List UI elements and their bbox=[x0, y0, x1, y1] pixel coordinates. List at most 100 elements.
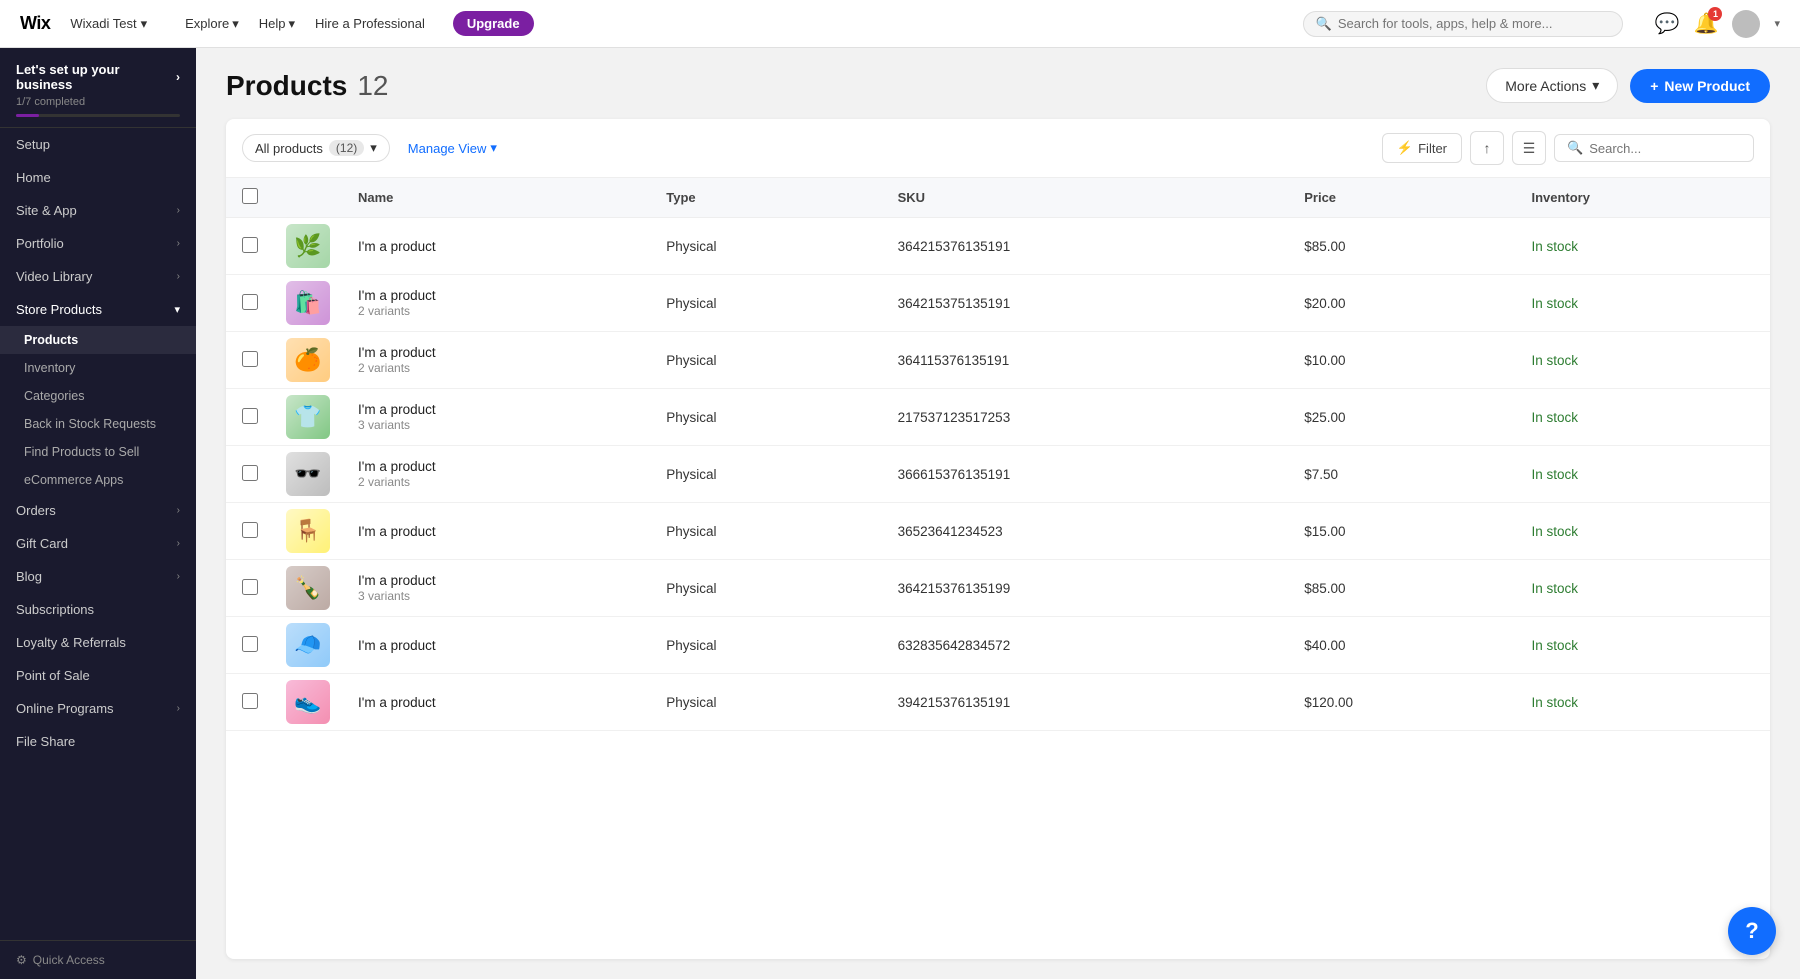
row-checkbox-cell[interactable] bbox=[226, 617, 274, 674]
table-row[interactable]: 🧢 I'm a product Physical 632835642834572… bbox=[226, 617, 1770, 674]
table-row[interactable]: 🪑 I'm a product Physical 36523641234523 … bbox=[226, 503, 1770, 560]
row-checkbox-6[interactable] bbox=[242, 579, 258, 595]
sidebar-item-gift-card[interactable]: Gift Card › bbox=[0, 527, 196, 560]
sidebar-item-file-share[interactable]: File Share bbox=[0, 725, 196, 758]
toolbar-right-actions: ⚡ Filter ↑ ☰ 🔍 bbox=[1382, 131, 1754, 165]
explore-nav-item[interactable]: Explore ▾ bbox=[177, 12, 247, 36]
table-row[interactable]: 🍾 I'm a product 3 variants Physical 3642… bbox=[226, 560, 1770, 617]
row-checkbox-4[interactable] bbox=[242, 465, 258, 481]
select-all-header[interactable] bbox=[226, 178, 274, 218]
sidebar-item-online-programs[interactable]: Online Programs › bbox=[0, 692, 196, 725]
columns-icon: ☰ bbox=[1523, 140, 1536, 157]
row-name-cell-5[interactable]: I'm a product bbox=[342, 503, 650, 560]
sidebar-item-blog[interactable]: Blog › bbox=[0, 560, 196, 593]
table-row[interactable]: 🛍️ I'm a product 2 variants Physical 364… bbox=[226, 275, 1770, 332]
sidebar-subitem-ecommerce-apps[interactable]: eCommerce Apps bbox=[0, 466, 196, 494]
sku-column-header[interactable]: SKU bbox=[882, 178, 1289, 218]
chat-icon[interactable]: 💬 bbox=[1655, 11, 1680, 36]
more-actions-button[interactable]: More Actions ▾ bbox=[1486, 68, 1618, 103]
sidebar-header-arrow-icon: › bbox=[176, 70, 180, 84]
table-row[interactable]: 👕 I'm a product 3 variants Physical 2175… bbox=[226, 389, 1770, 446]
row-name-cell-0[interactable]: I'm a product bbox=[342, 218, 650, 275]
help-button[interactable]: ? bbox=[1728, 907, 1776, 955]
product-variants-3: 3 variants bbox=[358, 418, 634, 432]
table-search-input[interactable] bbox=[1589, 141, 1741, 156]
row-checkbox-5[interactable] bbox=[242, 522, 258, 538]
table-search-bar[interactable]: 🔍 bbox=[1554, 134, 1754, 162]
row-name-cell-6[interactable]: I'm a product 3 variants bbox=[342, 560, 650, 617]
sidebar: Let's set up your business › 1/7 complet… bbox=[0, 48, 196, 979]
row-name-cell-3[interactable]: I'm a product 3 variants bbox=[342, 389, 650, 446]
product-name-2: I'm a product bbox=[358, 345, 634, 360]
setup-progress-bar bbox=[16, 114, 180, 117]
sidebar-item-portfolio[interactable]: Portfolio › bbox=[0, 227, 196, 260]
type-column-header[interactable]: Type bbox=[650, 178, 881, 218]
sidebar-item-subscriptions[interactable]: Subscriptions bbox=[0, 593, 196, 626]
sidebar-subitem-back-in-stock[interactable]: Back in Stock Requests bbox=[0, 410, 196, 438]
row-checkbox-2[interactable] bbox=[242, 351, 258, 367]
row-name-cell-8[interactable]: I'm a product bbox=[342, 674, 650, 731]
row-name-cell-2[interactable]: I'm a product 2 variants bbox=[342, 332, 650, 389]
site-selector[interactable]: Wixadi Test ▾ bbox=[70, 16, 147, 32]
row-checkbox-cell[interactable] bbox=[226, 560, 274, 617]
quick-access-icon: ⚙ bbox=[16, 953, 27, 967]
sidebar-subitem-find-products[interactable]: Find Products to Sell bbox=[0, 438, 196, 466]
row-checkbox-1[interactable] bbox=[242, 294, 258, 310]
table-row[interactable]: 🕶️ I'm a product 2 variants Physical 366… bbox=[226, 446, 1770, 503]
sidebar-item-home[interactable]: Home bbox=[0, 161, 196, 194]
product-thumbnail-6: 🍾 bbox=[286, 566, 330, 610]
avatar[interactable] bbox=[1732, 10, 1760, 38]
all-products-filter[interactable]: All products (12) ▾ bbox=[242, 134, 390, 162]
sidebar-item-site-app[interactable]: Site & App › bbox=[0, 194, 196, 227]
row-checkbox-cell[interactable] bbox=[226, 275, 274, 332]
manage-view-button[interactable]: Manage View ▾ bbox=[400, 135, 505, 161]
row-name-cell-1[interactable]: I'm a product 2 variants bbox=[342, 275, 650, 332]
row-checkbox-8[interactable] bbox=[242, 693, 258, 709]
table-row[interactable]: 🌿 I'm a product Physical 364215376135191… bbox=[226, 218, 1770, 275]
table-row[interactable]: 👟 I'm a product Physical 394215376135191… bbox=[226, 674, 1770, 731]
table-row[interactable]: 🍊 I'm a product 2 variants Physical 3641… bbox=[226, 332, 1770, 389]
sidebar-header[interactable]: Let's set up your business › 1/7 complet… bbox=[0, 48, 196, 128]
upgrade-button[interactable]: Upgrade bbox=[453, 11, 534, 36]
global-search-input[interactable] bbox=[1338, 16, 1610, 31]
row-checkbox-cell[interactable] bbox=[226, 446, 274, 503]
sidebar-subitem-products[interactable]: Products bbox=[0, 326, 196, 354]
help-nav-item[interactable]: Help ▾ bbox=[251, 12, 303, 36]
product-thumbnail-1: 🛍️ bbox=[286, 281, 330, 325]
new-product-button[interactable]: + New Product bbox=[1630, 69, 1770, 103]
hire-professional-nav-item[interactable]: Hire a Professional bbox=[307, 12, 433, 36]
global-search-bar[interactable]: 🔍 bbox=[1303, 11, 1623, 37]
inventory-column-header[interactable]: Inventory bbox=[1515, 178, 1770, 218]
sidebar-subitem-inventory[interactable]: Inventory bbox=[0, 354, 196, 382]
row-checkbox-0[interactable] bbox=[242, 237, 258, 253]
row-checkbox-cell[interactable] bbox=[226, 389, 274, 446]
setup-title[interactable]: Let's set up your business › bbox=[16, 62, 180, 92]
row-name-cell-4[interactable]: I'm a product 2 variants bbox=[342, 446, 650, 503]
select-all-checkbox[interactable] bbox=[242, 188, 258, 204]
sidebar-item-store-products[interactable]: Store Products ▾ bbox=[0, 293, 196, 326]
sidebar-item-setup[interactable]: Setup bbox=[0, 128, 196, 161]
notification-badge: 1 bbox=[1708, 7, 1722, 21]
row-checkbox-cell[interactable] bbox=[226, 332, 274, 389]
name-column-header[interactable]: Name bbox=[342, 178, 650, 218]
row-checkbox-cell[interactable] bbox=[226, 503, 274, 560]
sidebar-item-orders[interactable]: Orders › bbox=[0, 494, 196, 527]
sidebar-item-video-library[interactable]: Video Library › bbox=[0, 260, 196, 293]
row-checkbox-3[interactable] bbox=[242, 408, 258, 424]
price-column-header[interactable]: Price bbox=[1288, 178, 1515, 218]
filter-button[interactable]: ⚡ Filter bbox=[1382, 133, 1462, 163]
sidebar-item-point-of-sale[interactable]: Point of Sale bbox=[0, 659, 196, 692]
sidebar-subitem-categories[interactable]: Categories bbox=[0, 382, 196, 410]
notifications-icon[interactable]: 🔔 1 bbox=[1694, 11, 1719, 36]
row-image-cell-1: 🛍️ bbox=[274, 275, 342, 332]
row-checkbox-cell[interactable] bbox=[226, 674, 274, 731]
columns-button[interactable]: ☰ bbox=[1512, 131, 1546, 165]
row-checkbox-7[interactable] bbox=[242, 636, 258, 652]
export-button[interactable]: ↑ bbox=[1470, 131, 1504, 165]
row-checkbox-cell[interactable] bbox=[226, 218, 274, 275]
new-product-plus-icon: + bbox=[1650, 78, 1658, 94]
product-name-7: I'm a product bbox=[358, 638, 634, 653]
row-name-cell-7[interactable]: I'm a product bbox=[342, 617, 650, 674]
sidebar-item-loyalty-referrals[interactable]: Loyalty & Referrals bbox=[0, 626, 196, 659]
quick-access-button[interactable]: ⚙ Quick Access bbox=[0, 940, 196, 979]
